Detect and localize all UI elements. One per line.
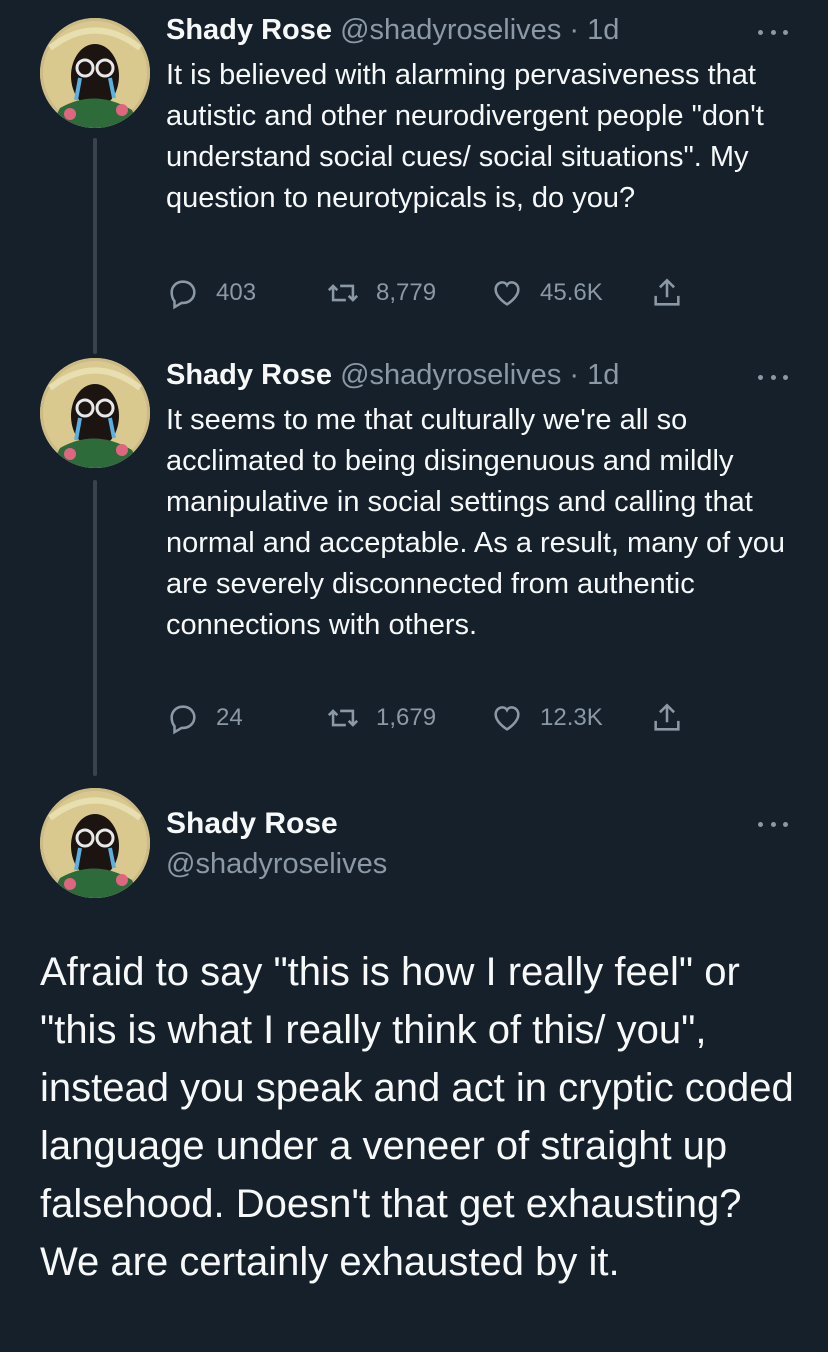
- avatar[interactable]: [40, 788, 150, 898]
- like-icon: [494, 281, 520, 306]
- timestamp[interactable]: 1d: [587, 359, 619, 391]
- share-button[interactable]: [650, 273, 700, 313]
- reply-button[interactable]: 24: [166, 698, 243, 738]
- avatar[interactable]: [40, 18, 150, 128]
- separator-dot: ·: [569, 359, 580, 391]
- share-icon: [654, 278, 680, 306]
- like-button[interactable]: 45.6K: [490, 273, 603, 313]
- main-tweet[interactable]: Shady Rose @shadyroselives Afraid to say…: [0, 780, 828, 1352]
- like-icon: [494, 706, 520, 731]
- more-icon[interactable]: [758, 814, 788, 834]
- tweet-1[interactable]: Shady Rose @shadyroselives · 1d It is be…: [0, 0, 828, 340]
- timestamp[interactable]: 1d: [587, 14, 619, 46]
- retweet-icon: [327, 284, 359, 302]
- retweet-button[interactable]: 8,779: [326, 273, 436, 313]
- avatar[interactable]: [40, 358, 150, 468]
- reply-icon: [170, 280, 196, 310]
- separator-dot: ·: [569, 14, 580, 46]
- tweet-text: Afraid to say "this is how I really feel…: [40, 950, 794, 1284]
- tweet-text: It is believed with alarming pervasivene…: [166, 59, 764, 214]
- share-button[interactable]: [650, 698, 700, 738]
- like-count: 12.3K: [540, 704, 603, 731]
- user-handle[interactable]: @shadyroselives: [340, 359, 561, 391]
- display-name[interactable]: Shady Rose: [166, 805, 338, 843]
- reply-button[interactable]: 403: [166, 273, 256, 313]
- more-icon[interactable]: [758, 367, 788, 387]
- retweet-count: 1,679: [376, 704, 437, 731]
- like-button[interactable]: 12.3K: [490, 698, 603, 738]
- reply-count: 24: [216, 704, 243, 731]
- user-handle[interactable]: @shadyroselives: [340, 14, 561, 46]
- reply-icon: [170, 705, 196, 735]
- display-name[interactable]: Shady Rose: [166, 359, 332, 391]
- retweet-icon: [327, 709, 359, 727]
- more-icon[interactable]: [758, 22, 788, 42]
- reply-count: 403: [216, 279, 257, 306]
- retweet-count: 8,779: [376, 279, 437, 306]
- tweet-text: It seems to me that culturally we're all…: [166, 404, 786, 641]
- display-name[interactable]: Shady Rose: [166, 14, 332, 46]
- share-icon: [654, 703, 680, 731]
- user-handle[interactable]: @shadyroselives: [166, 845, 387, 883]
- tweet-header: Shady Rose @shadyroselives · 1d: [166, 357, 619, 393]
- tweet-thread-page: Shady Rose @shadyroselives · 1d It is be…: [0, 0, 828, 1352]
- like-count: 45.6K: [540, 279, 603, 306]
- retweet-button[interactable]: 1,679: [326, 698, 436, 738]
- tweet-actions: 24 1,679 12.3K: [166, 698, 706, 738]
- tweet-header: Shady Rose @shadyroselives · 1d: [166, 12, 619, 48]
- tweet-actions: 403 8,779 45.6K: [166, 273, 706, 313]
- tweet-2[interactable]: Shady Rose @shadyroselives · 1d It seems…: [0, 340, 828, 780]
